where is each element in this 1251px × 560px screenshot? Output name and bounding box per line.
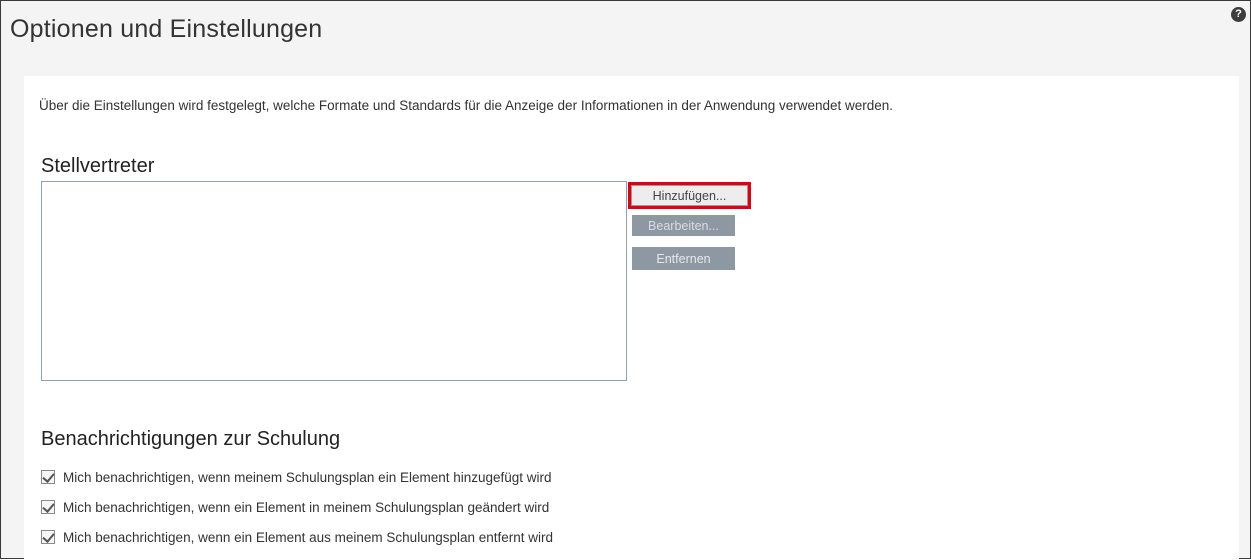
deputies-list[interactable]	[41, 181, 627, 381]
intro-text: Über die Einstellungen wird festgelegt, …	[39, 98, 894, 113]
notify-changed-label: Mich benachrichtigen, wenn ein Element i…	[63, 499, 550, 515]
notify-changed-option[interactable]: Mich benachrichtigen, wenn ein Element i…	[41, 497, 549, 517]
notify-added-label: Mich benachrichtigen, wenn meinem Schulu…	[63, 469, 552, 485]
settings-window: Optionen und Einstellungen ? Über die Ei…	[0, 0, 1251, 560]
notify-added-checkbox[interactable]	[41, 470, 55, 484]
settings-panel: Über die Einstellungen wird festgelegt, …	[24, 76, 1239, 560]
notify-changed-checkbox[interactable]	[41, 500, 55, 514]
deputies-section-title: Stellvertreter	[41, 155, 155, 177]
notify-removed-option[interactable]: Mich benachrichtigen, wenn ein Element a…	[41, 527, 553, 547]
page-title: Optionen und Einstellungen	[10, 15, 323, 43]
edit-deputy-button[interactable]: Bearbeiten...	[632, 215, 735, 236]
notify-added-option[interactable]: Mich benachrichtigen, wenn meinem Schulu…	[41, 467, 552, 487]
page-header: Optionen und Einstellungen ?	[1, 1, 1250, 53]
notify-removed-checkbox[interactable]	[41, 530, 55, 544]
remove-deputy-button[interactable]: Entfernen	[632, 247, 735, 270]
help-icon[interactable]: ?	[1231, 7, 1246, 22]
notify-removed-label: Mich benachrichtigen, wenn ein Element a…	[63, 529, 554, 545]
add-deputy-button[interactable]: Hinzufügen...	[628, 182, 751, 209]
notifications-section-title: Benachrichtigungen zur Schulung	[41, 428, 341, 450]
